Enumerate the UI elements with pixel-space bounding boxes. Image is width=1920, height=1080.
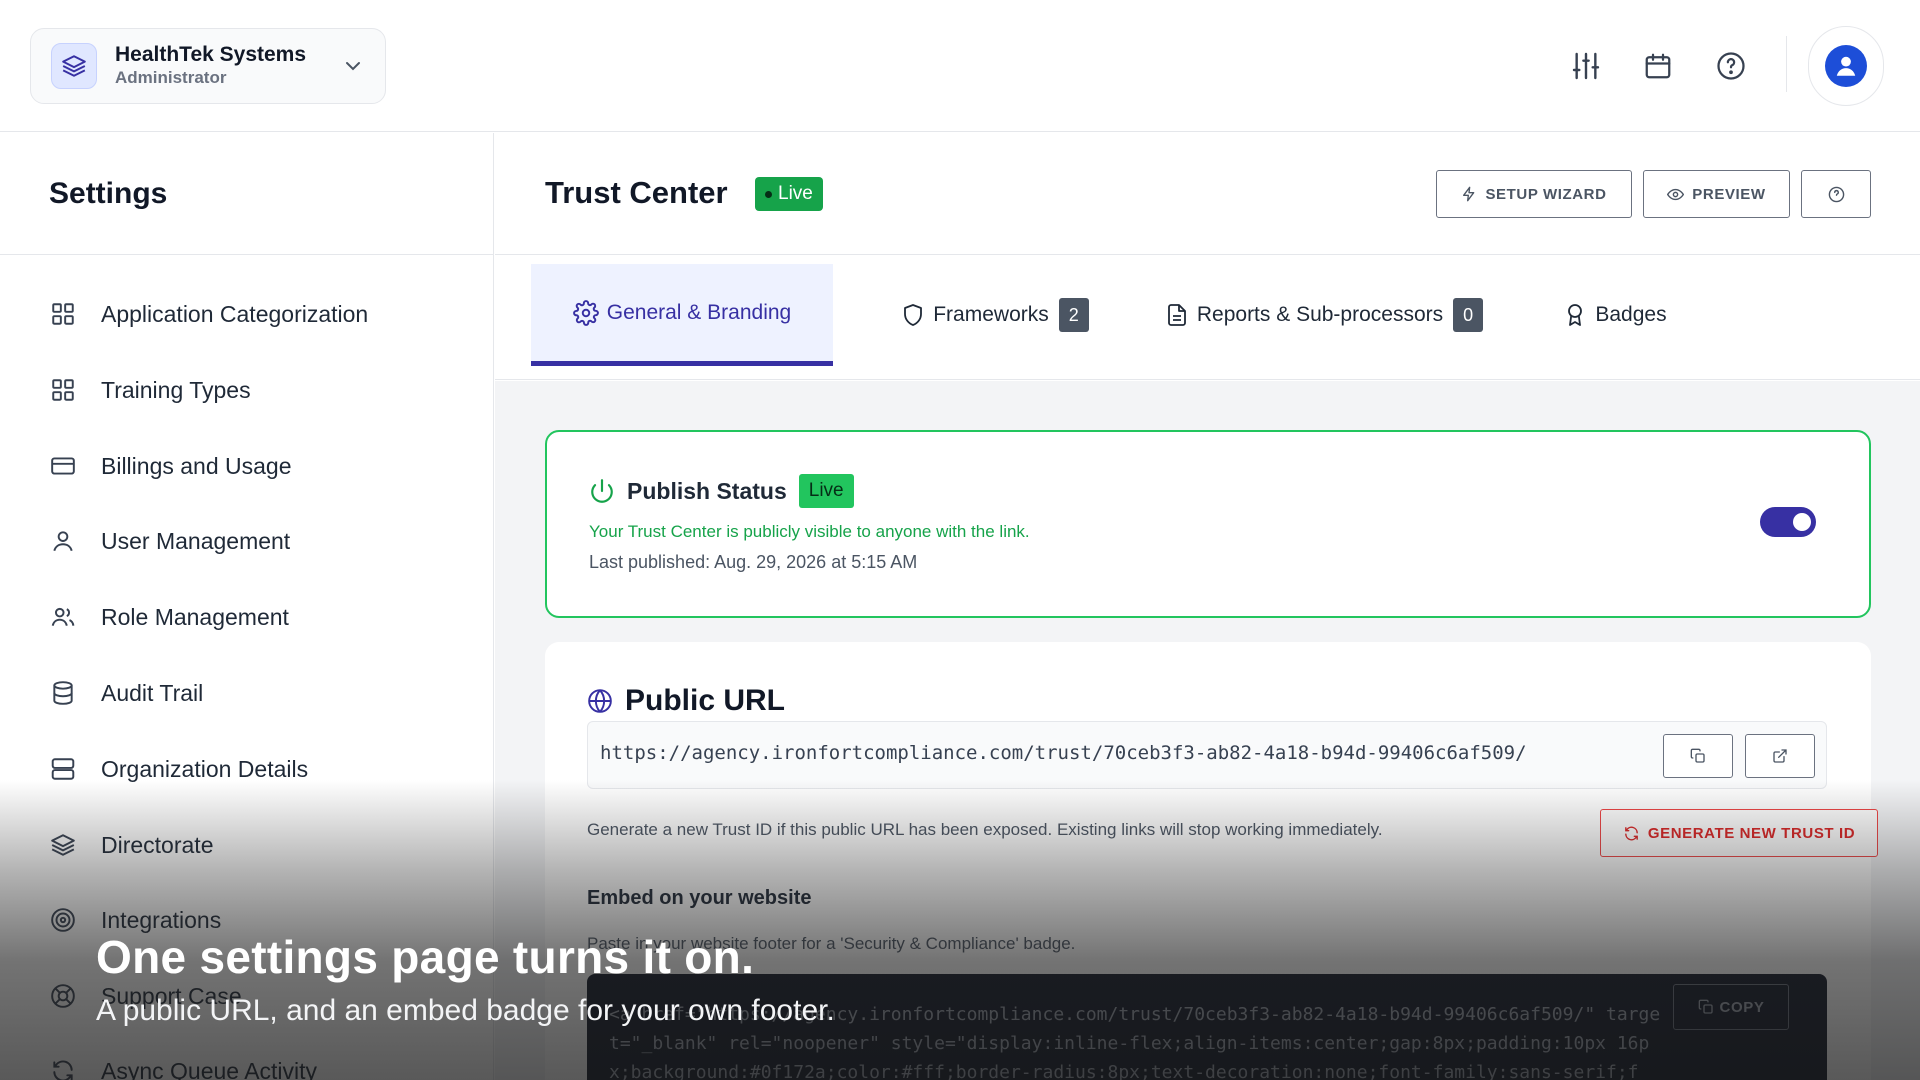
sidebar-item-user-management[interactable]: User Management (49, 521, 290, 561)
open-url-button[interactable] (1745, 734, 1815, 778)
grid-icon (49, 300, 77, 328)
shield-icon (904, 304, 923, 326)
page-title: Trust Center (545, 175, 728, 210)
tab-count-badge: 2 (1058, 298, 1089, 332)
sidebar-item-label: Directorate (101, 831, 214, 858)
status-badge: Live (755, 177, 823, 211)
copy-embed-button[interactable]: COPY (1673, 984, 1789, 1030)
tab-count-badge: 0 (1453, 298, 1484, 332)
sidebar-item-billings-and-usage[interactable]: Billings and Usage (49, 446, 292, 486)
tab-general-branding[interactable]: General & Branding (531, 264, 833, 366)
tab-label: General & Branding (606, 300, 792, 324)
power-icon (591, 479, 613, 503)
award-icon (1568, 304, 1583, 326)
help-icon[interactable] (1713, 48, 1749, 84)
globe-icon (588, 689, 612, 713)
user-icon (49, 527, 77, 555)
sidebar-item-directorate[interactable]: Directorate (49, 825, 213, 865)
users-icon (49, 603, 77, 631)
credit-card-icon (49, 452, 77, 480)
copy-label: COPY (1719, 998, 1765, 1016)
sidebar-item-label: Organization Details (101, 755, 309, 782)
org-name: HealthTek Systems (115, 43, 307, 66)
topbar-divider (1786, 36, 1787, 92)
database-icon (49, 679, 77, 707)
publish-title: Publish Status (627, 477, 787, 504)
user-avatar-icon (1825, 45, 1867, 87)
generate-label: GENERATE NEW TRUST ID (1647, 824, 1856, 842)
avatar-button[interactable] (1808, 26, 1884, 106)
sidebar-item-label: User Management (101, 527, 291, 554)
file-icon (1167, 304, 1186, 326)
org-switcher[interactable]: HealthTek Systems Administrator (30, 28, 386, 104)
tab-label: Badges (1595, 303, 1667, 326)
layers-icon (51, 43, 97, 89)
setup-wizard-button[interactable]: SETUP WIZARD (1436, 170, 1632, 218)
public-url-title: Public URL (625, 684, 786, 717)
status-dot (765, 190, 772, 198)
preview-button[interactable]: PREVIEW (1643, 170, 1790, 218)
publish-title-row: Publish Status Live (589, 474, 854, 508)
publish-toggle[interactable] (1760, 507, 1816, 537)
external-link-icon (1773, 749, 1787, 763)
sidebar-item-role-management[interactable]: Role Management (49, 597, 289, 637)
sidebar-item-label: Training Types (101, 376, 251, 403)
sidebar-item-async-queue-activity[interactable]: Async Queue Activity (49, 1051, 317, 1080)
regenerate-note: Generate a new Trust ID if this public U… (587, 820, 1383, 839)
copy-icon (1690, 748, 1705, 763)
help-button[interactable] (1801, 170, 1871, 218)
sidebar-item-organization-details[interactable]: Organization Details (49, 749, 308, 789)
copy-url-button[interactable] (1663, 734, 1733, 778)
zap-icon (1463, 186, 1475, 202)
public-url-title-row: Public URL (587, 684, 785, 718)
lifebuoy-icon (49, 982, 77, 1010)
publish-status-card: Publish Status Live Your Trust Center is… (545, 430, 1871, 618)
eye-icon (1667, 188, 1685, 200)
sidebar-item-application-categorization[interactable]: Application Categorization (49, 294, 368, 334)
embed-title: Embed on your website (587, 887, 812, 909)
tab-badges[interactable]: Badges (1540, 264, 1690, 366)
publish-description: Your Trust Center is publicly visible to… (589, 522, 1030, 541)
top-bar: HealthTek Systems Administrator (0, 0, 1920, 132)
generate-new-trust-id-button[interactable]: GENERATE NEW TRUST ID (1600, 809, 1878, 857)
public-url-text[interactable]: https://agency.ironfortcompliance.com/tr… (600, 742, 1527, 764)
sliders-icon[interactable] (1568, 48, 1604, 84)
caption-subtitle: A public URL, and an embed badge for you… (96, 994, 835, 1027)
org-role: Administrator (115, 68, 227, 87)
sidebar-item-label: Role Management (101, 603, 289, 630)
tab-label: Frameworks (933, 303, 1049, 326)
calendar-icon[interactable] (1640, 48, 1676, 84)
sidebar-item-label: Audit Trail (101, 679, 204, 706)
tab-label: Reports & Sub-processors (1196, 303, 1444, 326)
grid-icon (49, 376, 77, 404)
publish-live-badge: Live (798, 474, 854, 508)
help-icon (1828, 186, 1844, 202)
chevron-down-icon (346, 62, 360, 71)
copy-icon (1698, 999, 1713, 1014)
sidebar-item-label: Application Categorization (101, 300, 369, 327)
page-header: Trust Center Live SETUP WIZARD PREVIEW (495, 133, 1920, 255)
sidebar-item-training-types[interactable]: Training Types (49, 370, 251, 410)
tab-frameworks[interactable]: Frameworks 2 (875, 264, 1115, 366)
sidebar-header: Settings (0, 133, 493, 255)
tab-bar: General & Branding Frameworks 2 Reports … (495, 256, 1920, 380)
public-url-field: https://agency.ironfortcompliance.com/tr… (587, 721, 1827, 789)
layers-icon (49, 831, 77, 859)
refresh-icon (49, 1057, 77, 1080)
toggle-knob (1793, 513, 1811, 531)
sidebar-title: Settings (49, 176, 168, 210)
preview-label: PREVIEW (1692, 185, 1766, 203)
caption-title: One settings page turns it on. (96, 931, 755, 983)
refresh-icon (1624, 826, 1638, 840)
target-icon (49, 906, 77, 934)
status-badge-label: Live (778, 183, 813, 204)
tab-reports-subprocessors[interactable]: Reports & Sub-processors 0 (1139, 264, 1509, 366)
gear-icon (572, 299, 599, 326)
last-published-text: Last published: Aug. 29, 2026 at 5:15 AM (589, 552, 918, 572)
setup-wizard-label: SETUP WIZARD (1485, 185, 1607, 203)
sidebar-item-label: Async Queue Activity (101, 1057, 318, 1080)
sidebar-item-audit-trail[interactable]: Audit Trail (49, 673, 203, 713)
server-icon (49, 755, 77, 783)
sidebar-item-label: Billings and Usage (101, 452, 292, 479)
